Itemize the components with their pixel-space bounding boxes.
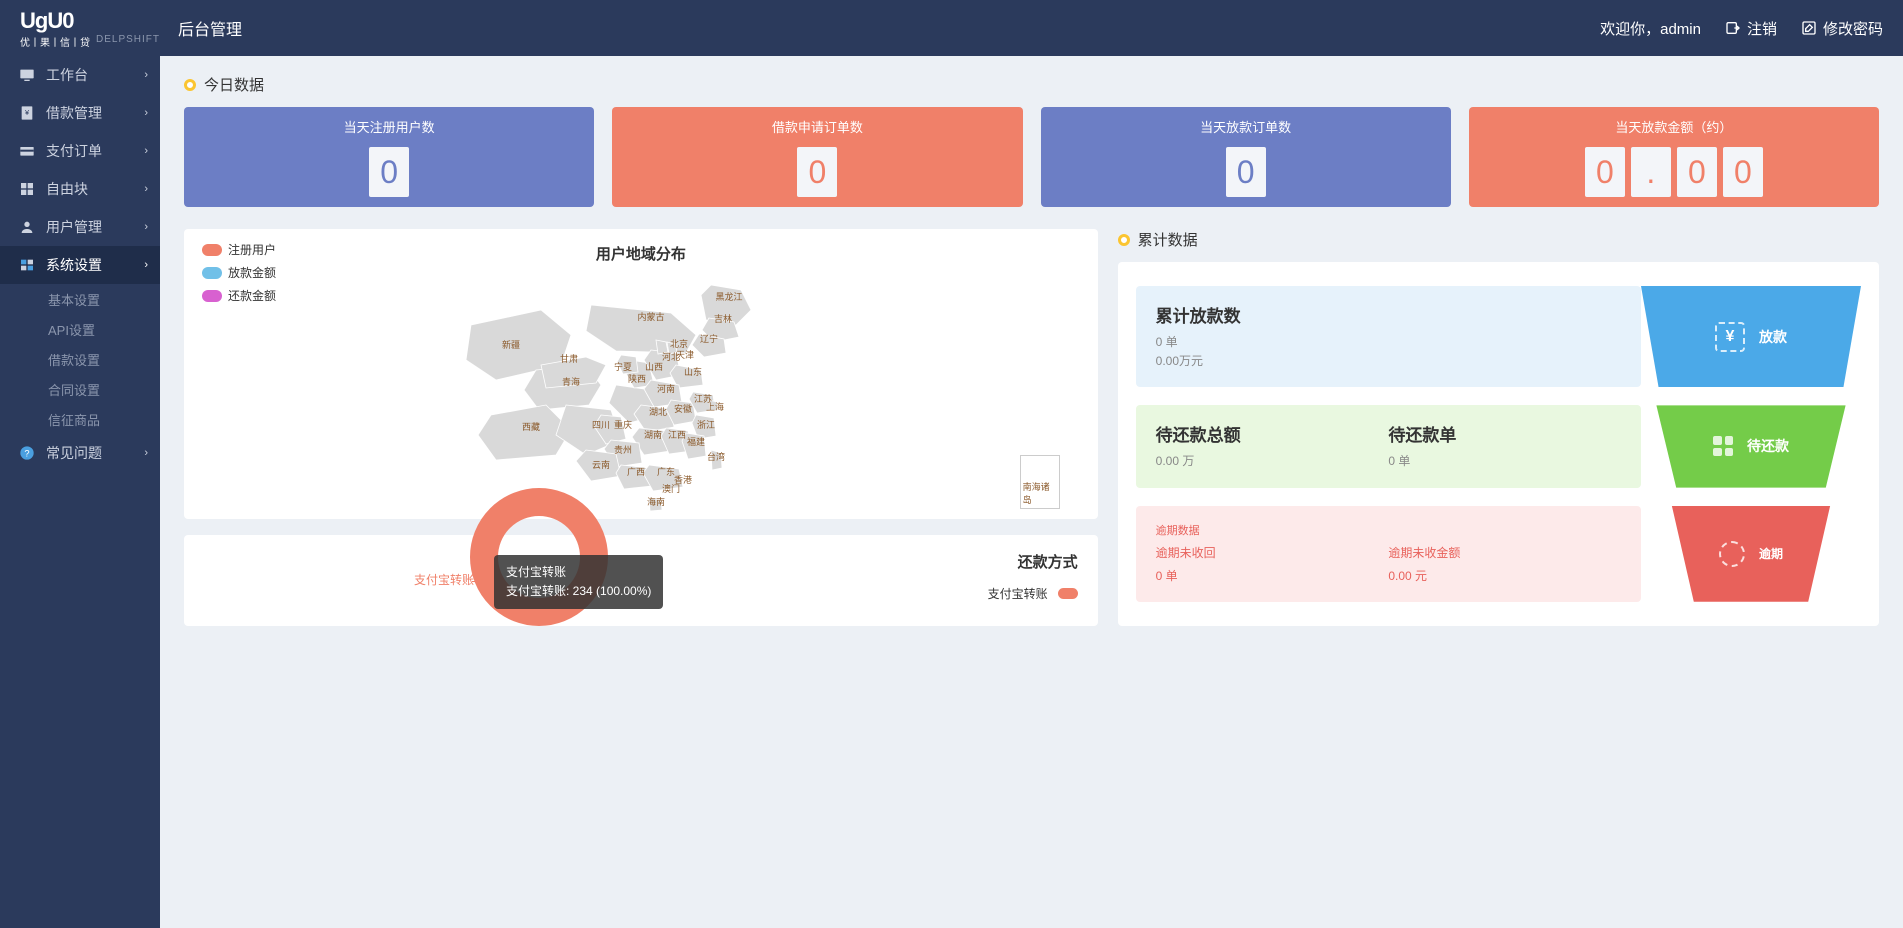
digit-row: 0.00	[1585, 147, 1763, 197]
chevron-right-icon: ›	[144, 69, 148, 81]
main-content: 今日数据 当天注册用户数 0 借款申请订单数 0 当天放款订单数 0 当天放款金额（约） 0.…	[160, 56, 1903, 928]
chevron-right-icon: ›	[144, 107, 148, 119]
edit-icon	[1801, 20, 1817, 36]
top-header: UgU0 优丨果丨信丨贷 DELPSHIFT 后台管理 欢迎你，admin 注销…	[0, 0, 1903, 56]
pie-legend-swatch	[1058, 588, 1078, 599]
chevron-right-icon: ›	[144, 221, 148, 233]
nav-loan-manage[interactable]: ¥ 借款管理›	[0, 94, 160, 132]
user-icon	[18, 219, 36, 235]
nav-faq[interactable]: ? 常见问题›	[0, 434, 160, 472]
digit-row: 0	[797, 147, 837, 197]
card-icon	[18, 143, 36, 159]
bullet-icon	[1118, 234, 1130, 246]
card-title: 借款申请订单数	[772, 117, 863, 136]
sub-basic[interactable]: 基本设置	[0, 284, 160, 314]
doc-yen-icon: ¥	[18, 105, 36, 121]
digit-row: 0	[1226, 147, 1266, 197]
funnel-panel: 累计放款数 0 单 0.00万元 ¥ 放款 待还款总额	[1118, 262, 1879, 626]
digit: .	[1631, 147, 1671, 197]
stat-card: 当天注册用户数 0	[184, 107, 594, 207]
stamp-icon	[1719, 541, 1745, 567]
welcome-text: 欢迎你，admin	[1600, 18, 1701, 39]
legend-item[interactable]: 还款金额	[202, 287, 276, 304]
sidebar: 工作台› ¥ 借款管理› 支付订单› 自由块› 用户管理› 系统设置› 基本设置…	[0, 56, 160, 928]
cumulative-section-title: 累计数据	[1118, 229, 1879, 250]
legend-item[interactable]: 注册用户	[202, 241, 276, 258]
grid-icon	[18, 181, 36, 197]
funnel-row-loan: 累计放款数 0 单 0.00万元 ¥ 放款	[1136, 286, 1861, 387]
card-title: 当天放款金额（约）	[1615, 117, 1732, 136]
logout-icon	[1725, 20, 1741, 36]
legend-swatch	[202, 267, 222, 279]
nanhai-box: 南海诸岛	[1020, 455, 1060, 509]
china-map[interactable]: 黑龙江 吉林 辽宁 内蒙古 北京 天津 河北 山西 山东 河南 陕西 宁夏 甘肃…	[461, 270, 821, 515]
chevron-right-icon: ›	[144, 183, 148, 195]
card-title: 当天放款订单数	[1200, 117, 1291, 136]
logout-link[interactable]: 注销	[1725, 18, 1777, 39]
sub-credit[interactable]: 信征商品	[0, 404, 160, 434]
logo-text: UgU0	[20, 8, 160, 34]
nav-user-manage[interactable]: 用户管理›	[0, 208, 160, 246]
legend-item[interactable]: 放款金额	[202, 264, 276, 281]
svg-text:?: ?	[24, 448, 29, 458]
today-section-title: 今日数据	[184, 74, 1879, 95]
digit: 0	[369, 147, 409, 197]
logo-sub1: 优丨果丨信丨贷	[20, 34, 90, 49]
chevron-right-icon: ›	[144, 145, 148, 157]
chevron-right-icon: ›	[144, 259, 148, 271]
app-title: 后台管理	[178, 16, 242, 40]
logo: UgU0 优丨果丨信丨贷 DELPSHIFT 后台管理	[20, 8, 242, 49]
pie-leader-line	[472, 581, 494, 582]
pie-panel: 还款方式 支付宝转账 支付宝转账 支付宝转账 支付宝转账: 234 (100.0…	[184, 535, 1098, 626]
map-legend[interactable]: 注册用户放款金额还款金额	[202, 241, 276, 310]
change-password-link[interactable]: 修改密码	[1801, 18, 1883, 39]
logo-sub2: DELPSHIFT	[96, 34, 160, 49]
sub-loan[interactable]: 借款设置	[0, 344, 160, 374]
chevron-right-icon: ›	[144, 447, 148, 459]
nav-workbench[interactable]: 工作台›	[0, 56, 160, 94]
digit: 0	[1723, 147, 1763, 197]
stat-card: 当天放款订单数 0	[1041, 107, 1451, 207]
digit: 0	[797, 147, 837, 197]
legend-swatch	[202, 290, 222, 302]
funnel-row-overdue: 逾期数据 逾期未收回 0 单 逾期未收金额 0.00 元	[1136, 506, 1861, 602]
digit: 0	[1226, 147, 1266, 197]
card-title: 当天注册用户数	[344, 117, 435, 136]
digit-row: 0	[369, 147, 409, 197]
sub-contract[interactable]: 合同设置	[0, 374, 160, 404]
bullet-icon	[184, 79, 196, 91]
monitor-icon	[18, 67, 36, 83]
map-panel: 注册用户放款金额还款金额 用户地域分布	[184, 229, 1098, 519]
pie-slice-label: 支付宝转账	[414, 571, 474, 588]
windows-icon	[18, 257, 36, 273]
nav-system-settings[interactable]: 系统设置›	[0, 246, 160, 284]
grid4-icon	[1713, 436, 1733, 456]
yen-icon: ¥	[1715, 322, 1745, 352]
stat-card: 当天放款金额（约）0.00	[1469, 107, 1879, 207]
pie-title: 还款方式	[1018, 551, 1078, 572]
pie-tooltip: 支付宝转账 支付宝转账: 234 (100.00%)	[494, 555, 663, 609]
stat-cards-row: 当天注册用户数0借款申请订单数0当天放款订单数0当天放款金额（约）0.00	[184, 107, 1879, 207]
stat-card: 借款申请订单数 0	[612, 107, 1022, 207]
funnel-row-repay: 待还款总额 0.00 万 待还款单 0 单 待还款	[1136, 405, 1861, 487]
sub-api[interactable]: API设置	[0, 314, 160, 344]
map-title: 用户地域分布	[198, 243, 1084, 264]
question-icon: ?	[18, 445, 36, 461]
digit: 0	[1585, 147, 1625, 197]
pie-legend[interactable]: 支付宝转账	[988, 585, 1078, 602]
nav-free-block[interactable]: 自由块›	[0, 170, 160, 208]
nav-pay-order[interactable]: 支付订单›	[0, 132, 160, 170]
legend-swatch	[202, 244, 222, 256]
digit: 0	[1677, 147, 1717, 197]
